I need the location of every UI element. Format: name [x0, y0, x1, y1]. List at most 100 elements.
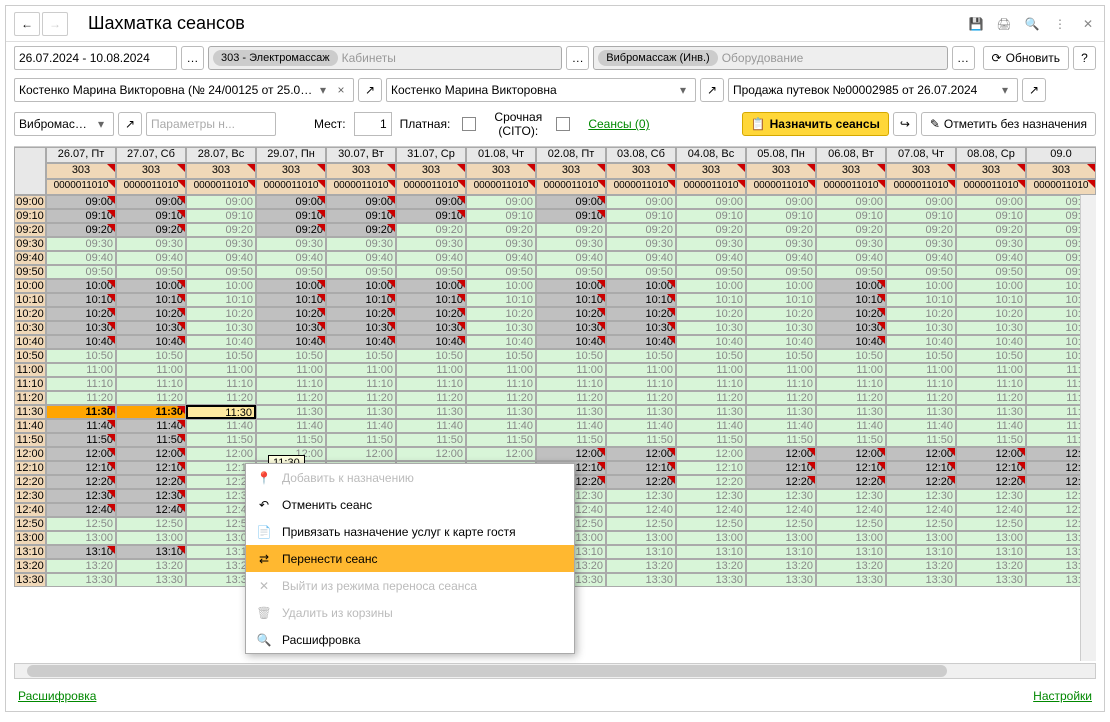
ctx-delete[interactable]: 🗑Удалить из корзины: [246, 599, 574, 626]
equip-header[interactable]: 0000011010: [886, 179, 956, 195]
time-slot[interactable]: 10:00: [186, 279, 256, 293]
time-slot[interactable]: 10:40: [256, 335, 326, 349]
time-slot[interactable]: 10:30: [326, 321, 396, 335]
time-slot[interactable]: 12:30: [46, 489, 116, 503]
room-header[interactable]: 303: [606, 163, 676, 179]
day-header[interactable]: 09.0: [1026, 147, 1096, 163]
time-slot[interactable]: 11:40: [256, 419, 326, 433]
time-slot[interactable]: 12:30: [886, 489, 956, 503]
time-slot[interactable]: 11:00: [256, 363, 326, 377]
time-slot[interactable]: 10:00: [676, 279, 746, 293]
room-header[interactable]: 303: [116, 163, 186, 179]
time-slot[interactable]: 11:40: [676, 419, 746, 433]
time-slot[interactable]: 13:10: [816, 545, 886, 559]
period-field[interactable]: 26.07.2024 - 10.08.2024: [14, 46, 177, 70]
time-slot[interactable]: 09:40: [816, 251, 886, 265]
time-slot[interactable]: 11:50: [746, 433, 816, 447]
time-slot[interactable]: 10:20: [116, 307, 186, 321]
time-slot[interactable]: 10:40: [886, 335, 956, 349]
day-header[interactable]: 04.08, Вс: [676, 147, 746, 163]
room-header[interactable]: 303: [466, 163, 536, 179]
time-slot[interactable]: 11:30: [606, 405, 676, 419]
time-slot[interactable]: 09:20: [396, 223, 466, 237]
period-picker-button[interactable]: …: [181, 46, 204, 70]
params-field[interactable]: Параметры н...: [146, 112, 276, 136]
time-slot[interactable]: 09:00: [326, 195, 396, 209]
time-slot[interactable]: 12:20: [816, 475, 886, 489]
time-slot[interactable]: 10:10: [396, 293, 466, 307]
time-slot[interactable]: 09:00: [396, 195, 466, 209]
time-slot[interactable]: 09:10: [116, 209, 186, 223]
more-icon[interactable]: ⋮: [1052, 16, 1068, 32]
time-slot[interactable]: 10:20: [746, 307, 816, 321]
time-slot[interactable]: 11:20: [256, 391, 326, 405]
time-slot[interactable]: 10:20: [396, 307, 466, 321]
time-slot[interactable]: 10:00: [956, 279, 1026, 293]
time-slot[interactable]: 10:30: [536, 321, 606, 335]
time-slot[interactable]: 11:30: [956, 405, 1026, 419]
time-slot[interactable]: 13:10: [46, 545, 116, 559]
time-slot[interactable]: 09:10: [396, 209, 466, 223]
day-header[interactable]: 27.07, Сб: [116, 147, 186, 163]
time-slot[interactable]: 09:30: [186, 237, 256, 251]
time-slot[interactable]: 12:30: [676, 489, 746, 503]
time-slot[interactable]: 09:00: [816, 195, 886, 209]
time-slot[interactable]: 09:20: [256, 223, 326, 237]
time-slot[interactable]: 09:10: [886, 209, 956, 223]
time-slot[interactable]: 11:00: [46, 363, 116, 377]
time-slot[interactable]: 12:00: [326, 447, 396, 461]
time-slot[interactable]: 11:20: [676, 391, 746, 405]
time-slot[interactable]: 10:10: [886, 293, 956, 307]
time-slot[interactable]: 10:50: [956, 349, 1026, 363]
room-header[interactable]: 303: [886, 163, 956, 179]
time-slot[interactable]: 11:50: [676, 433, 746, 447]
time-slot[interactable]: 13:00: [956, 531, 1026, 545]
time-slot[interactable]: 10:10: [816, 293, 886, 307]
time-slot[interactable]: 11:40: [396, 419, 466, 433]
day-header[interactable]: 03.08, Сб: [606, 147, 676, 163]
time-slot[interactable]: 09:00: [466, 195, 536, 209]
time-slot[interactable]: 11:50: [816, 433, 886, 447]
time-slot[interactable]: 10:50: [816, 349, 886, 363]
time-slot[interactable]: 10:10: [46, 293, 116, 307]
equip-header[interactable]: 0000011010: [116, 179, 186, 195]
time-slot[interactable]: 13:20: [886, 559, 956, 573]
time-slot[interactable]: 13:30: [606, 573, 676, 587]
time-slot[interactable]: 11:40: [536, 419, 606, 433]
time-slot[interactable]: 13:00: [886, 531, 956, 545]
day-header[interactable]: 05.08, Пн: [746, 147, 816, 163]
time-slot[interactable]: 10:30: [256, 321, 326, 335]
time-slot[interactable]: 12:20: [116, 475, 186, 489]
time-slot[interactable]: 09:20: [886, 223, 956, 237]
time-slot[interactable]: 12:10: [606, 461, 676, 475]
time-slot[interactable]: 09:00: [46, 195, 116, 209]
room-header[interactable]: 303: [816, 163, 886, 179]
dropdown-icon[interactable]: ▾: [315, 82, 331, 98]
equip-header[interactable]: 0000011010: [326, 179, 396, 195]
time-slot[interactable]: 11:50: [886, 433, 956, 447]
time-slot[interactable]: 11:30: [676, 405, 746, 419]
time-slot[interactable]: 13:10: [886, 545, 956, 559]
time-slot[interactable]: 11:10: [606, 377, 676, 391]
time-slot[interactable]: 10:30: [746, 321, 816, 335]
time-slot[interactable]: 10:10: [186, 293, 256, 307]
time-slot[interactable]: 09:10: [256, 209, 326, 223]
equip-header[interactable]: 0000011010: [396, 179, 466, 195]
time-slot[interactable]: 11:50: [186, 433, 256, 447]
time-slot[interactable]: 12:00: [466, 447, 536, 461]
time-slot[interactable]: 10:50: [466, 349, 536, 363]
time-slot[interactable]: 11:10: [536, 377, 606, 391]
time-slot[interactable]: 13:30: [956, 573, 1026, 587]
time-slot[interactable]: 09:40: [606, 251, 676, 265]
time-slot[interactable]: 11:40: [886, 419, 956, 433]
time-slot[interactable]: 11:30: [746, 405, 816, 419]
time-slot[interactable]: 10:10: [466, 293, 536, 307]
time-slot[interactable]: 09:20: [746, 223, 816, 237]
time-slot[interactable]: 11:30: [466, 405, 536, 419]
time-slot[interactable]: 11:20: [746, 391, 816, 405]
time-slot[interactable]: 09:30: [886, 237, 956, 251]
time-slot[interactable]: 12:00: [396, 447, 466, 461]
vertical-scrollbar[interactable]: [1080, 195, 1096, 661]
time-slot[interactable]: 10:20: [816, 307, 886, 321]
time-slot[interactable]: 09:40: [396, 251, 466, 265]
